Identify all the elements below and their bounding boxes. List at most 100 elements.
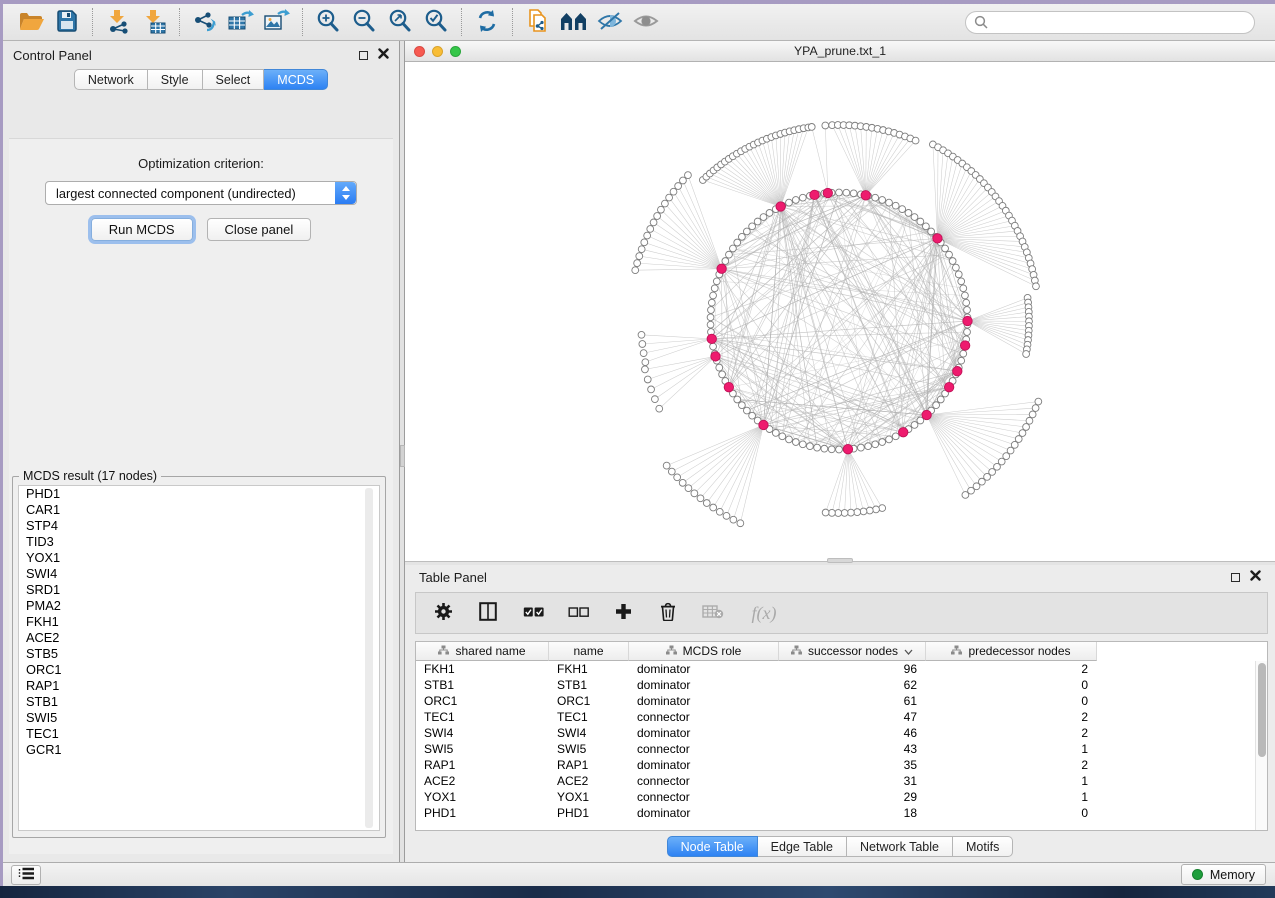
mcds-result-item[interactable]: TEC1: [19, 726, 379, 742]
zoom-selected-icon: [423, 8, 449, 37]
mcds-list-scrollbar[interactable]: [365, 488, 373, 828]
apply-layout-button[interactable]: [469, 7, 505, 37]
show-columns-button[interactable]: [477, 601, 499, 625]
column-header-predecessor-nodes[interactable]: predecessor nodes: [926, 642, 1097, 661]
table-row[interactable]: YOX1YOX1connector291: [416, 789, 1267, 805]
table-panel-title: Table Panel: [419, 570, 487, 585]
run-mcds-button[interactable]: Run MCDS: [91, 218, 193, 241]
export-image-button[interactable]: [259, 7, 295, 37]
mcds-result-item[interactable]: PHD1: [19, 486, 379, 502]
zoom-fit-icon: [387, 8, 413, 37]
import-table-icon: [141, 8, 167, 37]
delete-column-button[interactable]: [657, 601, 679, 625]
import-table-button[interactable]: [136, 7, 172, 37]
mcds-result-item[interactable]: STB5: [19, 646, 379, 662]
function-builder-button[interactable]: f(x): [747, 601, 781, 625]
search-input[interactable]: [965, 11, 1255, 34]
tab-mcds[interactable]: MCDS: [264, 69, 328, 90]
mcds-result-item[interactable]: STB1: [19, 694, 379, 710]
memory-button[interactable]: Memory: [1181, 864, 1266, 885]
mcds-result-item[interactable]: SWI5: [19, 710, 379, 726]
network-canvas[interactable]: [405, 62, 1275, 561]
column-label: name: [573, 644, 603, 658]
table-scrollbar[interactable]: [1255, 661, 1267, 830]
mcds-result-item[interactable]: ACE2: [19, 630, 379, 646]
float-panel-icon[interactable]: [359, 51, 368, 60]
zoom-fit-button[interactable]: [382, 7, 418, 37]
cell-successor-nodes: 61: [779, 693, 926, 709]
new-network-from-selection-button[interactable]: [520, 7, 556, 37]
tab-motifs[interactable]: Motifs: [953, 836, 1013, 857]
select-all-button[interactable]: [522, 601, 544, 625]
mcds-result-item[interactable]: SRD1: [19, 582, 379, 598]
show-graphics-details-button[interactable]: [628, 7, 664, 37]
tab-style[interactable]: Style: [148, 69, 203, 90]
hide-graphics-details-button[interactable]: [592, 7, 628, 37]
table-row[interactable]: ACE2ACE2connector311: [416, 773, 1267, 789]
column-header-name[interactable]: name: [549, 642, 629, 661]
network-window-titlebar[interactable]: YPA_prune.txt_1: [405, 41, 1275, 62]
mcds-result-item[interactable]: ORC1: [19, 662, 379, 678]
node-table-body: FKH1FKH1dominator962STB1STB1dominator620…: [416, 661, 1267, 821]
mcds-tab-content: Optimization criterion: largest connecte…: [9, 138, 393, 854]
cell-shared-name: TEC1: [416, 709, 549, 725]
show-panels-button[interactable]: [11, 865, 41, 885]
first-neighbors-button[interactable]: [556, 7, 592, 37]
tab-network[interactable]: Network: [74, 69, 148, 90]
column-header-MCDS-role[interactable]: MCDS role: [629, 642, 779, 661]
close-panel-icon[interactable]: [378, 46, 389, 64]
zoom-in-button[interactable]: [310, 7, 346, 37]
mcds-result-item[interactable]: GCR1: [19, 742, 379, 758]
tab-edge-table[interactable]: Edge Table: [758, 836, 847, 857]
import-network-button[interactable]: [100, 7, 136, 37]
zoom-out-button[interactable]: [346, 7, 382, 37]
column-header-successor-nodes[interactable]: successor nodes: [779, 642, 926, 661]
table-row[interactable]: STB1STB1dominator620: [416, 677, 1267, 693]
delete-table-button[interactable]: [702, 601, 724, 625]
optimization-criterion-select[interactable]: largest connected component (undirected): [45, 181, 357, 205]
mcds-result-item[interactable]: FKH1: [19, 614, 379, 630]
toolbar-separator: [179, 8, 180, 36]
float-panel-icon[interactable]: [1231, 573, 1240, 582]
export-network-button[interactable]: [187, 7, 223, 37]
table-row[interactable]: SWI4SWI4dominator462: [416, 725, 1267, 741]
table-row[interactable]: RAP1RAP1dominator352: [416, 757, 1267, 773]
column-header-shared-name[interactable]: shared name: [416, 642, 549, 661]
column-label: shared name: [455, 644, 525, 658]
tab-node-table[interactable]: Node Table: [667, 836, 758, 857]
mcds-result-item[interactable]: RAP1: [19, 678, 379, 694]
tab-network-table[interactable]: Network Table: [847, 836, 953, 857]
table-row[interactable]: FKH1FKH1dominator962: [416, 661, 1267, 677]
mcds-result-item[interactable]: YOX1: [19, 550, 379, 566]
create-column-button[interactable]: [612, 601, 634, 625]
mcds-result-title: MCDS result (17 nodes): [19, 469, 161, 483]
table-scrollbar-thumb[interactable]: [1258, 663, 1266, 757]
zoom-selected-button[interactable]: [418, 7, 454, 37]
search-field-wrap: [965, 11, 1255, 34]
close-panel-button[interactable]: Close panel: [207, 218, 312, 241]
table-row[interactable]: TEC1TEC1connector472: [416, 709, 1267, 725]
gear-icon: [434, 602, 453, 624]
tab-select[interactable]: Select: [203, 69, 265, 90]
mcds-result-item[interactable]: STP4: [19, 518, 379, 534]
table-row[interactable]: PHD1PHD1dominator180: [416, 805, 1267, 821]
zoom-out-icon: [351, 8, 377, 37]
table-row[interactable]: SWI5SWI5connector431: [416, 741, 1267, 757]
close-panel-icon[interactable]: [1250, 568, 1261, 586]
horizontal-splitter-handle[interactable]: [827, 558, 853, 563]
cell-predecessor-nodes: 1: [926, 789, 1097, 805]
export-table-button[interactable]: [223, 7, 259, 37]
open-session-button[interactable]: [13, 7, 49, 37]
mcds-result-item[interactable]: PMA2: [19, 598, 379, 614]
optimization-criterion-label: Optimization criterion:: [9, 156, 393, 171]
table-settings-button[interactable]: [432, 601, 454, 625]
cell-MCDS-role: connector: [629, 741, 779, 757]
mcds-result-item[interactable]: SWI4: [19, 566, 379, 582]
table-row[interactable]: ORC1ORC1dominator610: [416, 693, 1267, 709]
deselect-all-button[interactable]: [567, 601, 589, 625]
cell-shared-name: YOX1: [416, 789, 549, 805]
mcds-result-item[interactable]: TID3: [19, 534, 379, 550]
mcds-result-item[interactable]: CAR1: [19, 502, 379, 518]
save-session-button[interactable]: [49, 7, 85, 37]
table-panel-titlebar: Table Panel: [405, 565, 1275, 589]
